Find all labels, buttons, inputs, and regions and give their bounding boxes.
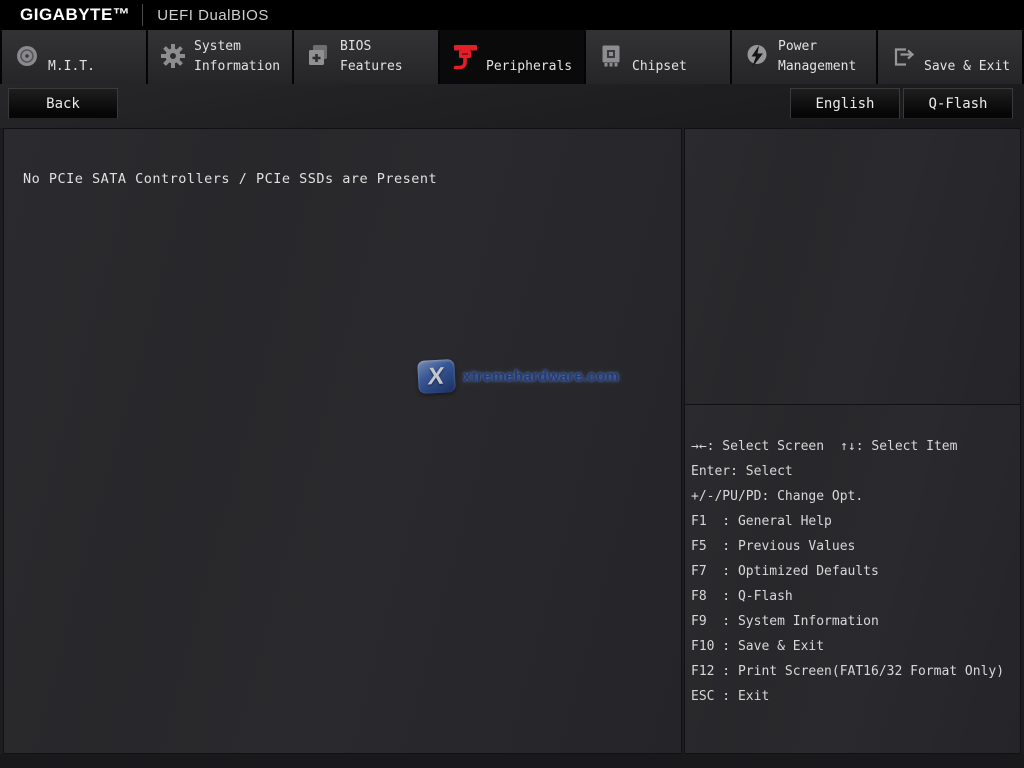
qflash-button[interactable]: Q-Flash	[903, 88, 1013, 119]
page-title: UEFI DualBIOS	[157, 7, 269, 24]
help-line: F8 : Q-Flash	[691, 589, 1016, 614]
tab-power-management[interactable]: Power Management	[732, 30, 876, 84]
bios-chip-plus-icon	[304, 41, 334, 71]
back-button[interactable]: Back	[8, 88, 118, 119]
tab-label: System Information	[194, 37, 280, 77]
help-line: +/-/PU/PD: Change Opt.	[691, 489, 1016, 514]
bottom-strip	[0, 754, 1024, 768]
help-select-item: ↑↓: Select Item	[840, 439, 957, 464]
tab-bios-features[interactable]: BIOS Features	[294, 30, 438, 84]
peripherals-icon	[450, 39, 484, 73]
help-line: F10 : Save & Exit	[691, 639, 1016, 664]
help-line: F1 : General Help	[691, 514, 1016, 539]
settings-panel: No PCIe SATA Controllers / PCIe SSDs are…	[3, 128, 682, 754]
title-divider	[142, 4, 143, 26]
help-line: F12 : Print Screen(FAT16/32 Format Only)	[691, 664, 1016, 689]
tab-label: Peripherals	[486, 57, 572, 77]
help-line-select: →←: Select Screen ↑↓: Select Item	[691, 439, 1016, 464]
bios-screen: GIGABYTE™ UEFI DualBIOS M.I.T.	[0, 0, 1024, 768]
tab-peripherals[interactable]: Peripherals	[440, 30, 584, 84]
title-bar: GIGABYTE™ UEFI DualBIOS	[0, 0, 1024, 30]
tab-label: BIOS Features	[340, 37, 403, 77]
tab-save-exit[interactable]: Save & Exit	[878, 30, 1022, 84]
item-help-panel	[684, 128, 1021, 405]
help-line: ESC : Exit	[691, 689, 1016, 714]
tab-mit[interactable]: M.I.T.	[2, 30, 146, 84]
save-exit-icon	[888, 41, 918, 71]
gigabyte-logo: GIGABYTE™	[20, 5, 130, 25]
help-select-screen: →←: Select Screen	[691, 439, 824, 464]
help-line: Enter: Select	[691, 464, 1016, 489]
toolbar: Back English Q-Flash	[0, 84, 1024, 128]
tab-label: Save & Exit	[924, 57, 1010, 77]
language-button[interactable]: English	[790, 88, 900, 119]
mit-dial-icon	[12, 41, 42, 71]
help-line: F7 : Optimized Defaults	[691, 564, 1016, 589]
no-controllers-message: No PCIe SATA Controllers / PCIe SSDs are…	[23, 171, 437, 187]
power-bolt-icon	[742, 41, 772, 71]
tab-chipset[interactable]: Chipset	[586, 30, 730, 84]
help-gap	[824, 439, 840, 464]
chipset-icon	[596, 41, 626, 71]
tab-bar: M.I.T.	[0, 30, 1024, 84]
tab-label: Chipset	[632, 57, 687, 77]
tab-label: M.I.T.	[48, 57, 95, 77]
gear-icon	[158, 41, 188, 71]
hotkey-help-panel: →←: Select Screen ↑↓: Select Item Enter:…	[684, 404, 1021, 754]
help-line: F9 : System Information	[691, 614, 1016, 639]
hotkey-list: →←: Select Screen ↑↓: Select Item Enter:…	[685, 405, 1020, 714]
tab-label: Power Management	[778, 37, 856, 77]
help-line: F5 : Previous Values	[691, 539, 1016, 564]
tab-system-information[interactable]: System Information	[148, 30, 292, 84]
